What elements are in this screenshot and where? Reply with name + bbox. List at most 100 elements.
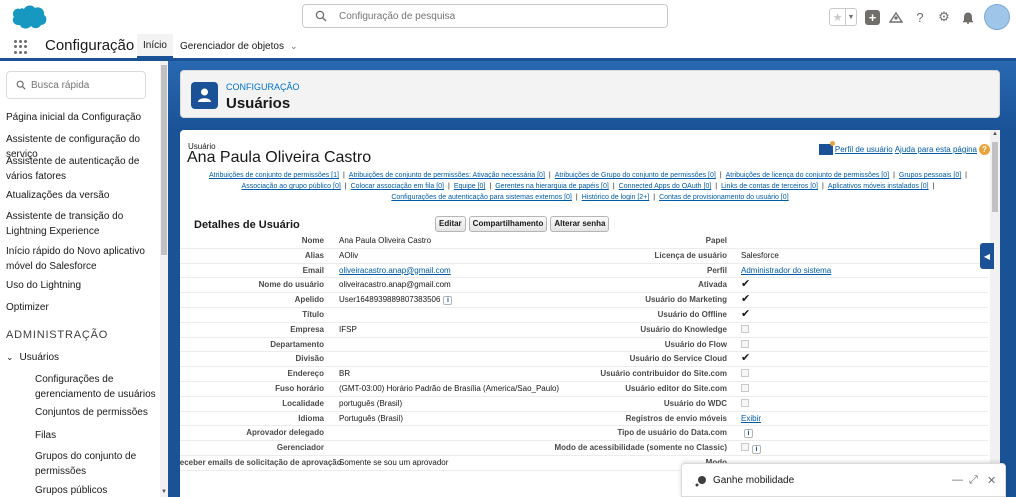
sharing-button[interactable]: Compartilhamento: [468, 216, 548, 232]
field-label: Usuário do WDC: [663, 398, 727, 408]
field-value: BR: [339, 369, 350, 378]
page-title: Usuários: [226, 95, 291, 112]
help-for-page-link[interactable]: Ajuda para esta página: [895, 145, 977, 154]
minimize-icon[interactable]: —: [952, 474, 963, 486]
user-detail-card: Usuário Ana Paula Oliveira Castro Perfil…: [180, 130, 1000, 497]
global-search-input[interactable]: [339, 7, 639, 25]
salesforce-logo[interactable]: [8, 3, 48, 31]
sidebar-scrollbar[interactable]: ▼: [160, 61, 168, 497]
field-value: [741, 398, 749, 409]
field-label: Perfil: [706, 265, 727, 275]
related-link[interactable]: Grupos pessoais [0]: [899, 172, 961, 179]
related-link[interactable]: Atribuições de Grupo do conjunto de perm…: [555, 172, 716, 179]
related-link[interactable]: Colocar associação em fila [0]: [351, 183, 444, 190]
related-link[interactable]: Connected Apps do OAuth [0]: [619, 183, 712, 190]
field-label: Divisão: [295, 354, 324, 364]
related-link[interactable]: Links de contas de terceiros [0]: [721, 183, 818, 190]
field-label: Fuso horário: [275, 383, 324, 393]
sidebar-item-mobile-quickstart[interactable]: Início rápido do Novo aplicativo móvel d…: [6, 244, 158, 274]
sidebar-item-public-groups[interactable]: Grupos públicos: [35, 483, 157, 497]
detail-row: Empresa IFSP Usuário do Knowledge: [180, 323, 988, 338]
help-icon[interactable]: ?: [912, 9, 928, 25]
favorites-button[interactable]: ★ ▼: [829, 8, 857, 26]
related-link[interactable]: Atribuições de conjunto de permissões [1…: [209, 172, 339, 179]
chevron-left-icon: ◀: [983, 251, 991, 261]
trailhead-icon[interactable]: [888, 9, 904, 25]
related-link[interactable]: Configurações de autenticação para siste…: [391, 194, 572, 201]
scroll-down-arrow-icon[interactable]: ▼: [161, 489, 167, 495]
detail-row: Idioma Português (Brasil) Registros de env…: [180, 412, 988, 427]
chevron-down-icon: ⌄: [6, 352, 14, 362]
field-value: [741, 339, 749, 350]
help-icon[interactable]: ?: [979, 144, 990, 155]
field-value-text: oliveiracastro.anap@gmail.com: [339, 280, 451, 290]
sidebar-item-lightning-transition[interactable]: Assistente de transição do Lightning Exp…: [6, 209, 158, 239]
sidebar-item-permission-sets[interactable]: Conjuntos de permissões: [35, 405, 157, 420]
app-launcher-icon[interactable]: [14, 40, 28, 54]
mobile-promo-bar[interactable]: Ganhe mobilidade — ⤢ ✕: [681, 463, 1006, 497]
related-link[interactable]: Aplicativos móveis instalados [0]: [828, 183, 929, 190]
field-value-link[interactable]: Administrador do sistema: [741, 266, 831, 275]
chevron-down-icon[interactable]: ⌄: [290, 41, 298, 52]
sidebar-item-optimizer[interactable]: Optimizer: [6, 300, 158, 315]
related-link[interactable]: Atribuições de conjunto de permissões: A…: [349, 172, 545, 179]
detail-row: Nome Ana Paula Oliveira Castro Papel: [180, 234, 988, 249]
unchecked-box-icon: [741, 383, 749, 392]
tab-gerenciador-de-objetos[interactable]: Gerenciador de objetos ⌄: [174, 34, 304, 58]
sidebar-item-permission-set-groups[interactable]: Grupos do conjunto de permissões: [35, 449, 157, 479]
info-icon[interactable]: i: [443, 295, 453, 305]
related-link[interactable]: Associação ao grupo público [0]: [242, 183, 341, 190]
field-label: Título: [302, 309, 324, 319]
field-value[interactable]: oliveiracastro.anap@gmail.com: [339, 266, 451, 275]
field-label: Email: [302, 265, 324, 275]
scrollbar-thumb[interactable]: [161, 65, 167, 255]
field-value: [741, 383, 749, 394]
expand-icon[interactable]: ⤢: [969, 474, 978, 487]
user-avatar[interactable]: [984, 4, 1010, 30]
info-icon[interactable]: i: [744, 428, 753, 438]
gear-icon[interactable]: ⚙: [936, 9, 952, 25]
sidebar-item-release-updates[interactable]: Atualizações da versão: [6, 188, 158, 203]
related-link[interactable]: Atribuições de licença do conjunto de pe…: [726, 172, 889, 179]
related-link[interactable]: Histórico de login [2+]: [582, 194, 650, 201]
tab-inicio[interactable]: Início: [137, 34, 173, 58]
scroll-up-arrow-icon[interactable]: ▲: [992, 131, 998, 137]
close-icon[interactable]: ✕: [987, 474, 996, 487]
field-value-text[interactable]: oliveiracastro.anap@gmail.com: [339, 266, 451, 275]
field-value: português (Brasil): [339, 399, 402, 408]
detail-row: Fuso horário (GMT-03:00) Horário Padrão d…: [180, 382, 988, 397]
sidebar-item-setup-home[interactable]: Página inicial da Configuração: [6, 110, 158, 125]
content-scrollbar[interactable]: ▲: [990, 130, 1000, 497]
user-profile-icon: [818, 141, 835, 155]
collapse-panel-tab[interactable]: ◀: [980, 243, 994, 269]
bell-icon[interactable]: [960, 9, 976, 25]
related-link[interactable]: Contas de provisionamento do usuário [0]: [659, 194, 789, 201]
profile-link[interactable]: Perfil de usuário: [835, 145, 893, 154]
sidebar-group-users[interactable]: ⌄ Usuários: [6, 350, 158, 365]
chevron-down-icon[interactable]: ▼: [846, 9, 856, 25]
field-value-link[interactable]: Exibir: [741, 414, 761, 423]
scrollbar-thumb[interactable]: [992, 142, 998, 212]
sidebar-item-user-management-settings[interactable]: Configurações de gerenciamento de usuári…: [35, 372, 157, 402]
field-value: Português (Brasil): [339, 414, 403, 423]
checked-icon: ✔: [741, 307, 751, 320]
field-label: Aprovador delegado: [246, 428, 324, 438]
checked-icon: ✔: [741, 278, 751, 291]
sidebar-item-lightning-usage[interactable]: Uso do Lightning: [6, 278, 158, 293]
global-actions-plus-icon[interactable]: +: [865, 9, 880, 25]
info-icon[interactable]: i: [752, 444, 761, 454]
quick-find-input[interactable]: [31, 77, 141, 93]
field-label: Localidade: [282, 398, 324, 408]
change-password-button[interactable]: Alterar senha: [550, 216, 610, 232]
related-link[interactable]: Equipe [0]: [454, 183, 486, 190]
quick-find[interactable]: [6, 71, 146, 99]
setup-sidebar: Página inicial da Configuração Assistent…: [0, 61, 160, 497]
field-label: Tipo de usuário do Data.com: [617, 428, 727, 438]
sidebar-item-queues[interactable]: Filas: [35, 428, 157, 443]
global-search[interactable]: [302, 4, 668, 28]
edit-button[interactable]: Editar: [435, 216, 466, 232]
field-value: ✔: [741, 294, 750, 305]
detail-buttons: Editar Compartilhamento Alterar senha: [435, 216, 610, 232]
related-link[interactable]: Gerentes na hierarquia de papéis [0]: [495, 183, 609, 190]
sidebar-item-mfa-assistant[interactable]: Assistente de autenticação de vários fat…: [6, 154, 158, 184]
